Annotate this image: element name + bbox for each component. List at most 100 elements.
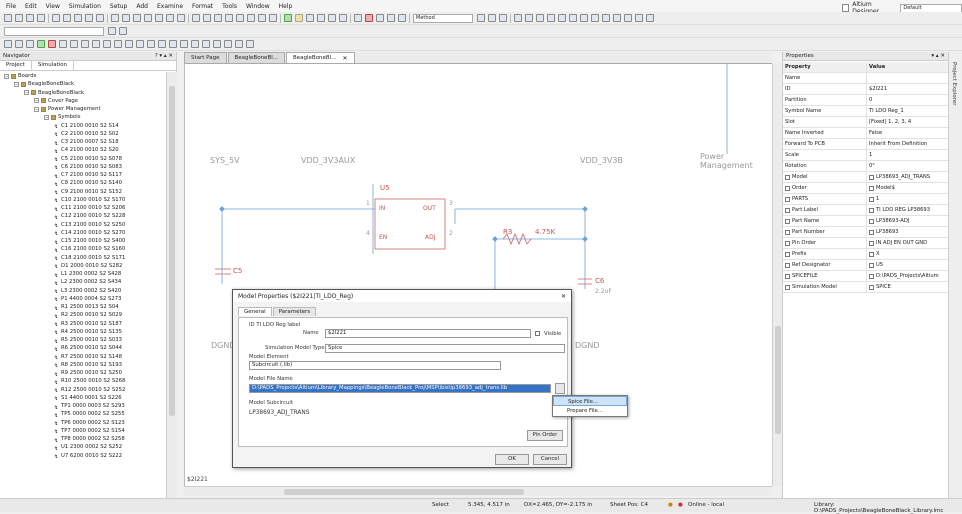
property-checkbox[interactable] (785, 240, 790, 246)
sim-type-dropdown[interactable]: Spice (325, 344, 565, 353)
property-value[interactable]: D:\PADS_Projects\Altium (867, 271, 949, 281)
align-left-icon[interactable] (477, 14, 485, 22)
zoom-in-icon[interactable] (111, 14, 119, 22)
value-checkbox[interactable] (869, 273, 874, 279)
visible-checkbox[interactable] (535, 331, 540, 336)
waveform-icon[interactable] (191, 40, 199, 48)
property-value[interactable]: 0° (867, 161, 949, 171)
property-value[interactable] (867, 73, 949, 83)
dialog-close-icon[interactable]: ✕ (561, 293, 566, 300)
bus-entry-icon[interactable] (59, 40, 67, 48)
tree-item[interactable]: − BeagleBoneBlack (0, 89, 166, 97)
expand-toggle-icon[interactable]: − (24, 90, 29, 96)
side-panel-strip[interactable]: Project Explorer (948, 52, 962, 498)
horizontal-scroll-thumb[interactable] (284, 489, 524, 495)
method-dropdown[interactable]: Method (413, 13, 473, 23)
property-checkbox[interactable] (785, 218, 790, 224)
tree-item[interactable]: ↯ R9 2500 0010 S2 S250 (0, 369, 166, 378)
tree-item[interactable]: ↯ R6 2500 0010 S2 S044 (0, 344, 166, 353)
paste-icon[interactable] (74, 14, 82, 22)
menu-simulation[interactable]: Simulation (69, 3, 101, 10)
tab-start-page[interactable]: Start Page (184, 52, 227, 63)
properties-icon[interactable] (376, 14, 384, 22)
flip-icon[interactable] (224, 40, 232, 48)
marker-tool-icon[interactable] (114, 40, 122, 48)
menu-setup[interactable]: Setup (110, 3, 127, 10)
cut-icon[interactable] (52, 14, 60, 22)
property-checkbox[interactable] (785, 196, 790, 202)
property-value[interactable]: $2I221 (867, 84, 949, 94)
tab-simulation[interactable]: Simulation (32, 61, 75, 70)
value-checkbox[interactable] (869, 251, 874, 257)
pencil-icon[interactable] (92, 40, 100, 48)
tree-item[interactable]: − Boards (0, 72, 166, 80)
ground-icon[interactable] (269, 14, 277, 22)
property-checkbox[interactable] (785, 229, 790, 235)
tree-item[interactable]: ↯ C2 2100 0010 S2 S02 (0, 130, 166, 139)
menu-item-prepare-file[interactable]: Prepare File... (553, 406, 627, 416)
property-row[interactable]: Partition 0 (783, 95, 949, 106)
property-row[interactable]: Simulation Model SPICE (783, 282, 949, 293)
tree-item[interactable]: ↯ U1 2300 0002 S2 S252 (0, 443, 166, 452)
select-icon[interactable] (192, 14, 200, 22)
expand-toggle-icon[interactable]: − (34, 106, 39, 112)
property-value[interactable]: U5 (867, 260, 949, 270)
tree-item[interactable]: ↯ C12 2100 0010 S2 S228 (0, 212, 166, 221)
save-icon[interactable] (26, 14, 34, 22)
property-row[interactable]: Rotation 0° (783, 161, 949, 172)
tree-item[interactable]: − Power Management (0, 105, 166, 113)
tab-project[interactable]: Project (0, 61, 32, 70)
value-checkbox[interactable] (869, 207, 874, 213)
property-value[interactable]: Inherit From Definition (867, 139, 949, 149)
find-next-icon[interactable] (119, 27, 127, 35)
tree-item[interactable]: ↯ C18 2100 0010 S2 S171 (0, 254, 166, 263)
menu-file[interactable]: File (6, 3, 16, 10)
property-value[interactable]: IN ADJ EN OUT GND (867, 238, 949, 248)
property-row[interactable]: Pin Order IN ADJ EN OUT GND (783, 238, 949, 249)
find-icon[interactable] (591, 14, 599, 22)
value-checkbox[interactable] (869, 262, 874, 268)
tree-item[interactable]: ↯ R12 2500 0010 S2 S252 (0, 386, 166, 395)
property-value[interactable]: LP38693-ADJ (867, 216, 949, 226)
tree-item[interactable]: ↯ TP1 0000 0003 S2 S293 (0, 402, 166, 411)
compile-icon[interactable] (613, 14, 621, 22)
value-checkbox[interactable] (869, 229, 874, 235)
name-field[interactable]: $2I221 (325, 329, 531, 338)
menu-tools[interactable]: Tools (222, 3, 237, 10)
tree-item[interactable]: ↯ C9 2100 0010 S2 S152 (0, 188, 166, 197)
up-icon[interactable] (514, 14, 522, 22)
property-checkbox[interactable] (785, 185, 790, 191)
property-row[interactable]: Order Model$ (783, 183, 949, 194)
connect-icon[interactable] (26, 40, 34, 48)
property-value[interactable]: TI LDO REG LP38693 (867, 205, 949, 215)
model-element-dropdown[interactable]: Subcircuit (.lib) (249, 361, 501, 370)
property-row[interactable]: Scale 1 (783, 150, 949, 161)
scale-icon[interactable] (213, 40, 221, 48)
warning-icon[interactable] (525, 14, 533, 22)
menu-window[interactable]: Window (246, 3, 270, 10)
menu-help[interactable]: Help (279, 3, 293, 10)
pin-icon[interactable] (635, 14, 643, 22)
tree-item[interactable]: ↯ D1 2000 0010 S2 S282 (0, 262, 166, 271)
property-row[interactable]: SPICEFILE D:\PADS_Projects\Altium (783, 271, 949, 282)
zoom-area-icon[interactable] (144, 14, 152, 22)
check-icon[interactable] (169, 40, 177, 48)
brush-icon[interactable] (103, 40, 111, 48)
tree-item[interactable]: ↯ U7 6200 0010 S2 S222 (0, 452, 166, 461)
tree-item[interactable]: ↯ C7 2100 0010 S2 S117 (0, 171, 166, 180)
property-value[interactable]: LP38693_ADJ_TRANS (867, 172, 949, 182)
tree-item[interactable]: ↯ C4 2100 0010 S2 S20 (0, 146, 166, 155)
search-icon[interactable] (108, 27, 116, 35)
tree-item[interactable]: − Symbols (0, 113, 166, 121)
filter-icon[interactable] (203, 14, 211, 22)
tree-item[interactable]: ↯ L2 2300 0002 S2 S434 (0, 278, 166, 287)
zoom-out-icon[interactable] (122, 14, 130, 22)
attribute-icon[interactable] (646, 14, 654, 22)
tree-item[interactable]: − BeagleBoneBlack (0, 80, 166, 88)
property-row[interactable]: Ref Designator U5 (783, 260, 949, 271)
browse-file-button[interactable] (555, 383, 565, 394)
side-panel-label[interactable]: Project Explorer (951, 62, 957, 105)
select-mode-icon[interactable] (4, 40, 12, 48)
hand-icon[interactable] (15, 40, 23, 48)
check-all-icon[interactable] (180, 40, 188, 48)
